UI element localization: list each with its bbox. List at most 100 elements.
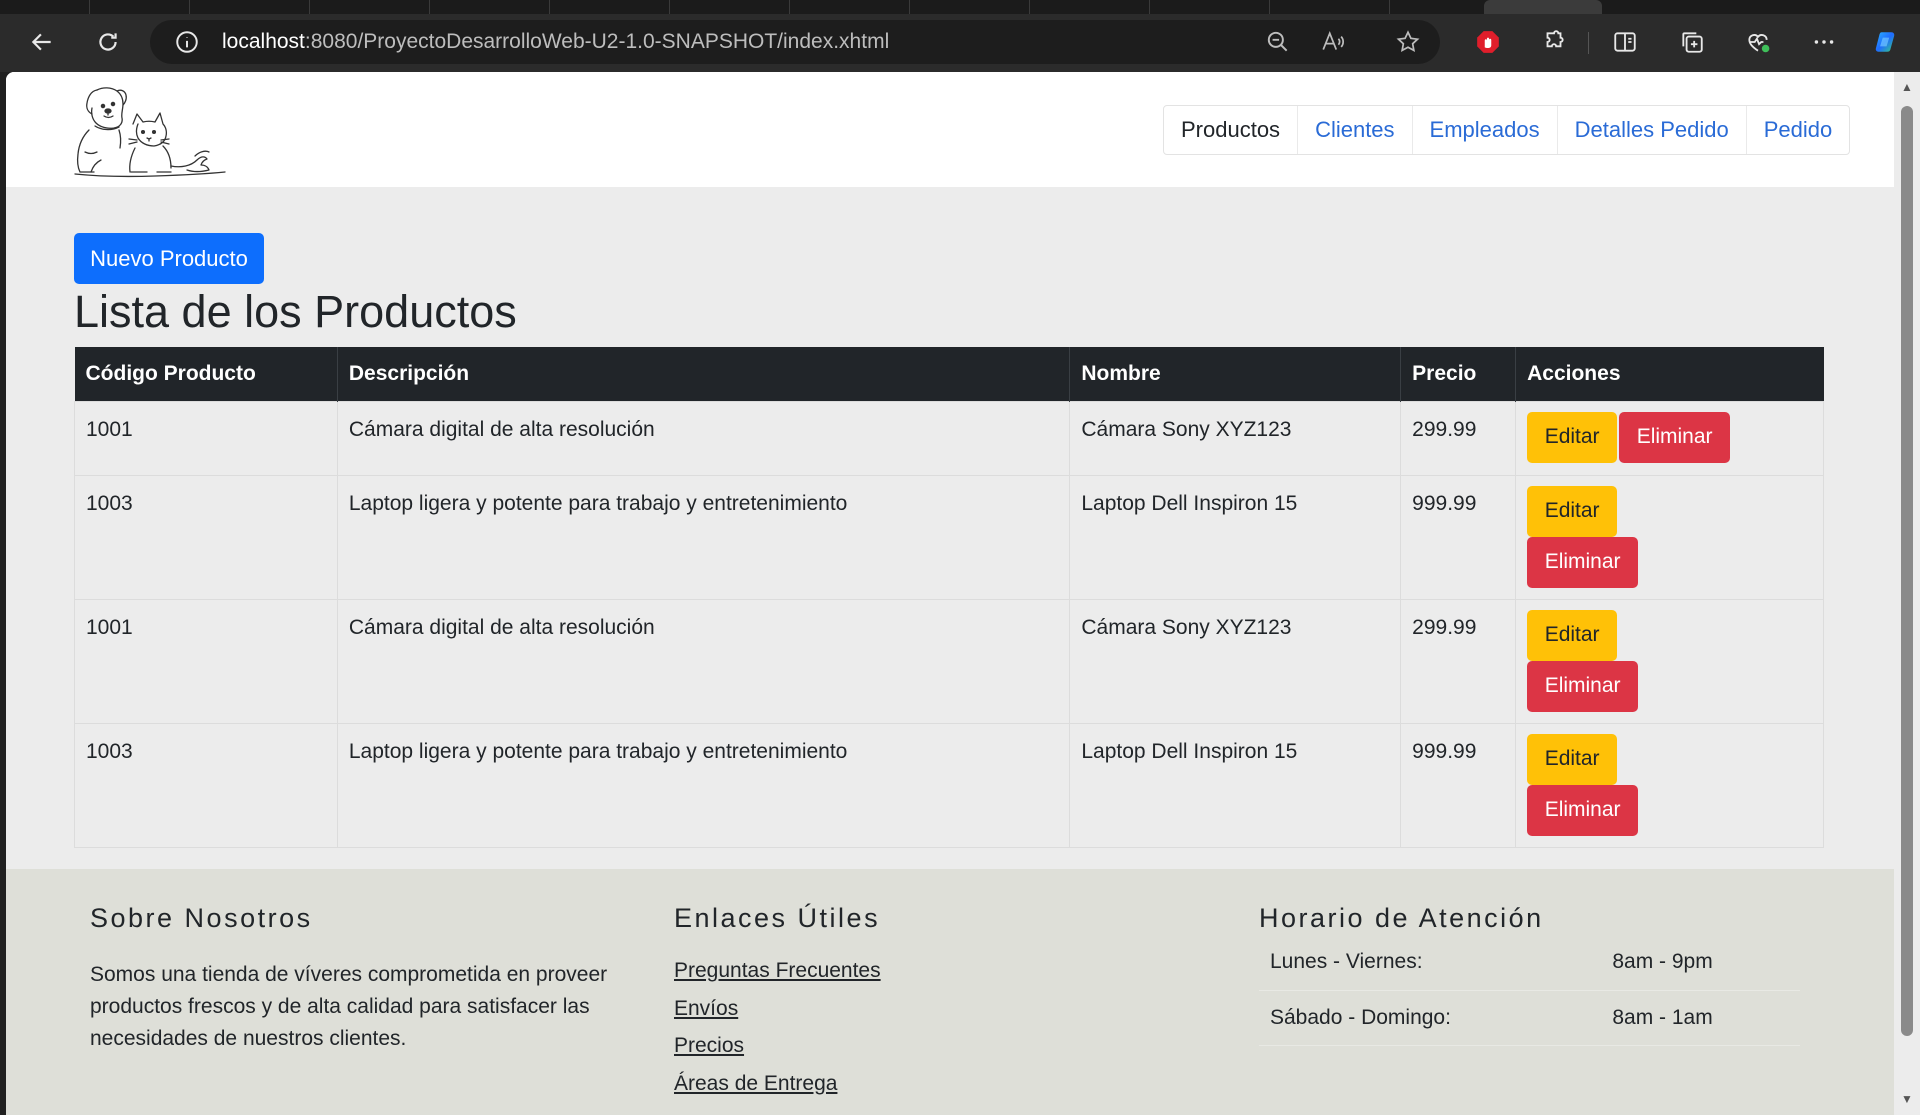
copilot-icon[interactable] xyxy=(1866,22,1906,62)
tab-active[interactable] xyxy=(1484,0,1602,14)
pets-logo[interactable] xyxy=(71,82,231,180)
tab-strip xyxy=(0,0,1920,14)
zoom-out-icon[interactable] xyxy=(1265,29,1291,55)
table-row: 1001 Cámara digital de alta resolución C… xyxy=(74,400,1824,476)
browser-toolbar: localhost:8080/ProyectoDesarrolloWeb-U2-… xyxy=(0,14,1920,72)
cell-descripcion: Laptop ligera y potente para trabajo y e… xyxy=(336,474,1071,600)
site-navbar: Productos Clientes Empleados Detalles Pe… xyxy=(6,72,1894,187)
cell-descripcion: Cámara digital de alta resolución xyxy=(336,598,1071,724)
cell-descripcion: Cámara digital de alta resolución xyxy=(336,400,1071,476)
hours-days: Lunes - Viernes: xyxy=(1259,935,1602,991)
column-header-nombre: Nombre xyxy=(1069,347,1402,401)
page-title: Lista de los Productos xyxy=(74,286,517,337)
url-text[interactable]: localhost:8080/ProyectoDesarrolloWeb-U2-… xyxy=(222,30,889,54)
tab[interactable] xyxy=(430,0,550,14)
footer-hours-title: Horario de Atención xyxy=(1259,903,1544,933)
tab[interactable] xyxy=(790,0,910,14)
tab[interactable] xyxy=(670,0,790,14)
url-host: localhost xyxy=(222,30,305,53)
delete-button[interactable]: Eliminar xyxy=(1619,411,1731,463)
cell-codigo: 1003 xyxy=(74,474,338,600)
footer-links-title: Enlaces Útiles xyxy=(674,903,881,933)
read-aloud-icon[interactable] xyxy=(1320,29,1346,55)
link-areas-de-entrega[interactable]: Áreas de Entrega xyxy=(674,1072,837,1095)
edit-button[interactable]: Editar xyxy=(1527,609,1618,661)
cell-codigo: 1001 xyxy=(74,598,338,724)
column-header-codigo: Código Producto xyxy=(74,347,338,401)
url-path: :8080/ProyectoDesarrolloWeb-U2-1.0-SNAPS… xyxy=(304,30,890,53)
cell-acciones: Editar Eliminar xyxy=(1515,400,1824,476)
edit-button[interactable]: Editar xyxy=(1527,411,1618,463)
scrollbar-thumb[interactable] xyxy=(1901,106,1913,1036)
tab[interactable] xyxy=(910,0,1030,14)
extensions-icon[interactable] xyxy=(1534,22,1574,62)
table-header-row: Código Producto Descripción Nombre Preci… xyxy=(74,347,1824,401)
cell-nombre: Laptop Dell Inspiron 15 xyxy=(1069,722,1402,848)
tab[interactable] xyxy=(1150,0,1270,14)
cell-precio: 299.99 xyxy=(1400,598,1517,724)
tab[interactable] xyxy=(1270,0,1390,14)
list-item: Envíos xyxy=(674,997,881,1035)
list-item: Áreas de Entrega xyxy=(674,1072,881,1110)
list-item: Preguntas Frecuentes xyxy=(674,959,881,997)
cell-codigo: 1003 xyxy=(74,722,338,848)
cell-nombre: Cámara Sony XYZ123 xyxy=(1069,598,1402,724)
link-precios[interactable]: Precios xyxy=(674,1034,744,1057)
delete-button[interactable]: Eliminar xyxy=(1527,660,1639,712)
hours-table: Lunes - Viernes: 8am - 9pm Sábado - Domi… xyxy=(1259,935,1800,1046)
refresh-icon[interactable] xyxy=(88,22,128,62)
browser-essentials-icon[interactable] xyxy=(1738,22,1778,62)
scroll-down-icon[interactable]: ▼ xyxy=(1900,1092,1914,1106)
link-preguntas-frecuentes[interactable]: Preguntas Frecuentes xyxy=(674,959,881,982)
cell-nombre: Laptop Dell Inspiron 15 xyxy=(1069,474,1402,600)
scroll-up-icon[interactable]: ▲ xyxy=(1900,80,1914,94)
footer-about-title: Sobre Nosotros xyxy=(90,903,313,933)
main-nav: Productos Clientes Empleados Detalles Pe… xyxy=(1163,105,1851,155)
hours-time: 8am - 9pm xyxy=(1601,935,1800,991)
adblock-icon[interactable] xyxy=(1468,22,1508,62)
nav-item-clientes[interactable]: Clientes xyxy=(1298,106,1413,154)
page-scrollbar[interactable]: ▲ ▼ xyxy=(1894,72,1920,1115)
info-icon[interactable] xyxy=(174,29,200,55)
split-screen-icon[interactable] xyxy=(1605,22,1645,62)
nav-item-detalles-pedido[interactable]: Detalles Pedido xyxy=(1558,106,1747,154)
delete-button[interactable]: Eliminar xyxy=(1527,536,1639,588)
cell-codigo: 1001 xyxy=(74,400,338,476)
cell-nombre: Cámara Sony XYZ123 xyxy=(1069,400,1402,476)
edit-button[interactable]: Editar xyxy=(1527,485,1618,537)
hours-days: Sábado - Domingo: xyxy=(1259,990,1602,1046)
table-row: 1001 Cámara digital de alta resolución C… xyxy=(74,598,1824,724)
link-envios[interactable]: Envíos xyxy=(674,997,738,1020)
hours-time: 8am - 1am xyxy=(1601,990,1800,1046)
nav-item-empleados[interactable]: Empleados xyxy=(1413,106,1558,154)
column-header-acciones: Acciones xyxy=(1515,347,1824,401)
table-row: Lunes - Viernes: 8am - 9pm xyxy=(1259,935,1800,991)
nav-item-productos[interactable]: Productos xyxy=(1164,106,1299,154)
table-row: 1003 Laptop ligera y potente para trabaj… xyxy=(74,722,1824,848)
address-bar[interactable]: localhost:8080/ProyectoDesarrolloWeb-U2-… xyxy=(150,20,1440,64)
cell-acciones: Editar Eliminar xyxy=(1515,598,1824,724)
list-item: Precios xyxy=(674,1034,881,1072)
tab[interactable] xyxy=(550,0,670,14)
tab[interactable] xyxy=(90,0,190,14)
page-viewport: Productos Clientes Empleados Detalles Pe… xyxy=(6,72,1894,1115)
tab[interactable] xyxy=(190,0,310,14)
cell-acciones: Editar Eliminar xyxy=(1515,722,1824,848)
footer-links-list: Preguntas Frecuentes Envíos Precios Área… xyxy=(674,959,881,1109)
delete-button[interactable]: Eliminar xyxy=(1527,784,1639,836)
column-header-precio: Precio xyxy=(1400,347,1517,401)
edit-button[interactable]: Editar xyxy=(1527,733,1618,785)
collections-icon[interactable] xyxy=(1672,22,1712,62)
tab[interactable] xyxy=(310,0,430,14)
column-header-descripcion: Descripción xyxy=(337,347,1071,401)
more-icon[interactable] xyxy=(1804,22,1844,62)
cell-precio: 999.99 xyxy=(1400,722,1517,848)
tab[interactable] xyxy=(0,0,90,14)
tab[interactable] xyxy=(1030,0,1150,14)
nav-item-pedido[interactable]: Pedido xyxy=(1747,106,1850,154)
new-product-button[interactable]: Nuevo Producto xyxy=(74,233,264,284)
favorite-star-icon[interactable] xyxy=(1395,29,1421,55)
back-icon[interactable] xyxy=(22,22,62,62)
products-table: Código Producto Descripción Nombre Preci… xyxy=(74,347,1824,848)
toolbar-divider xyxy=(1588,32,1589,54)
